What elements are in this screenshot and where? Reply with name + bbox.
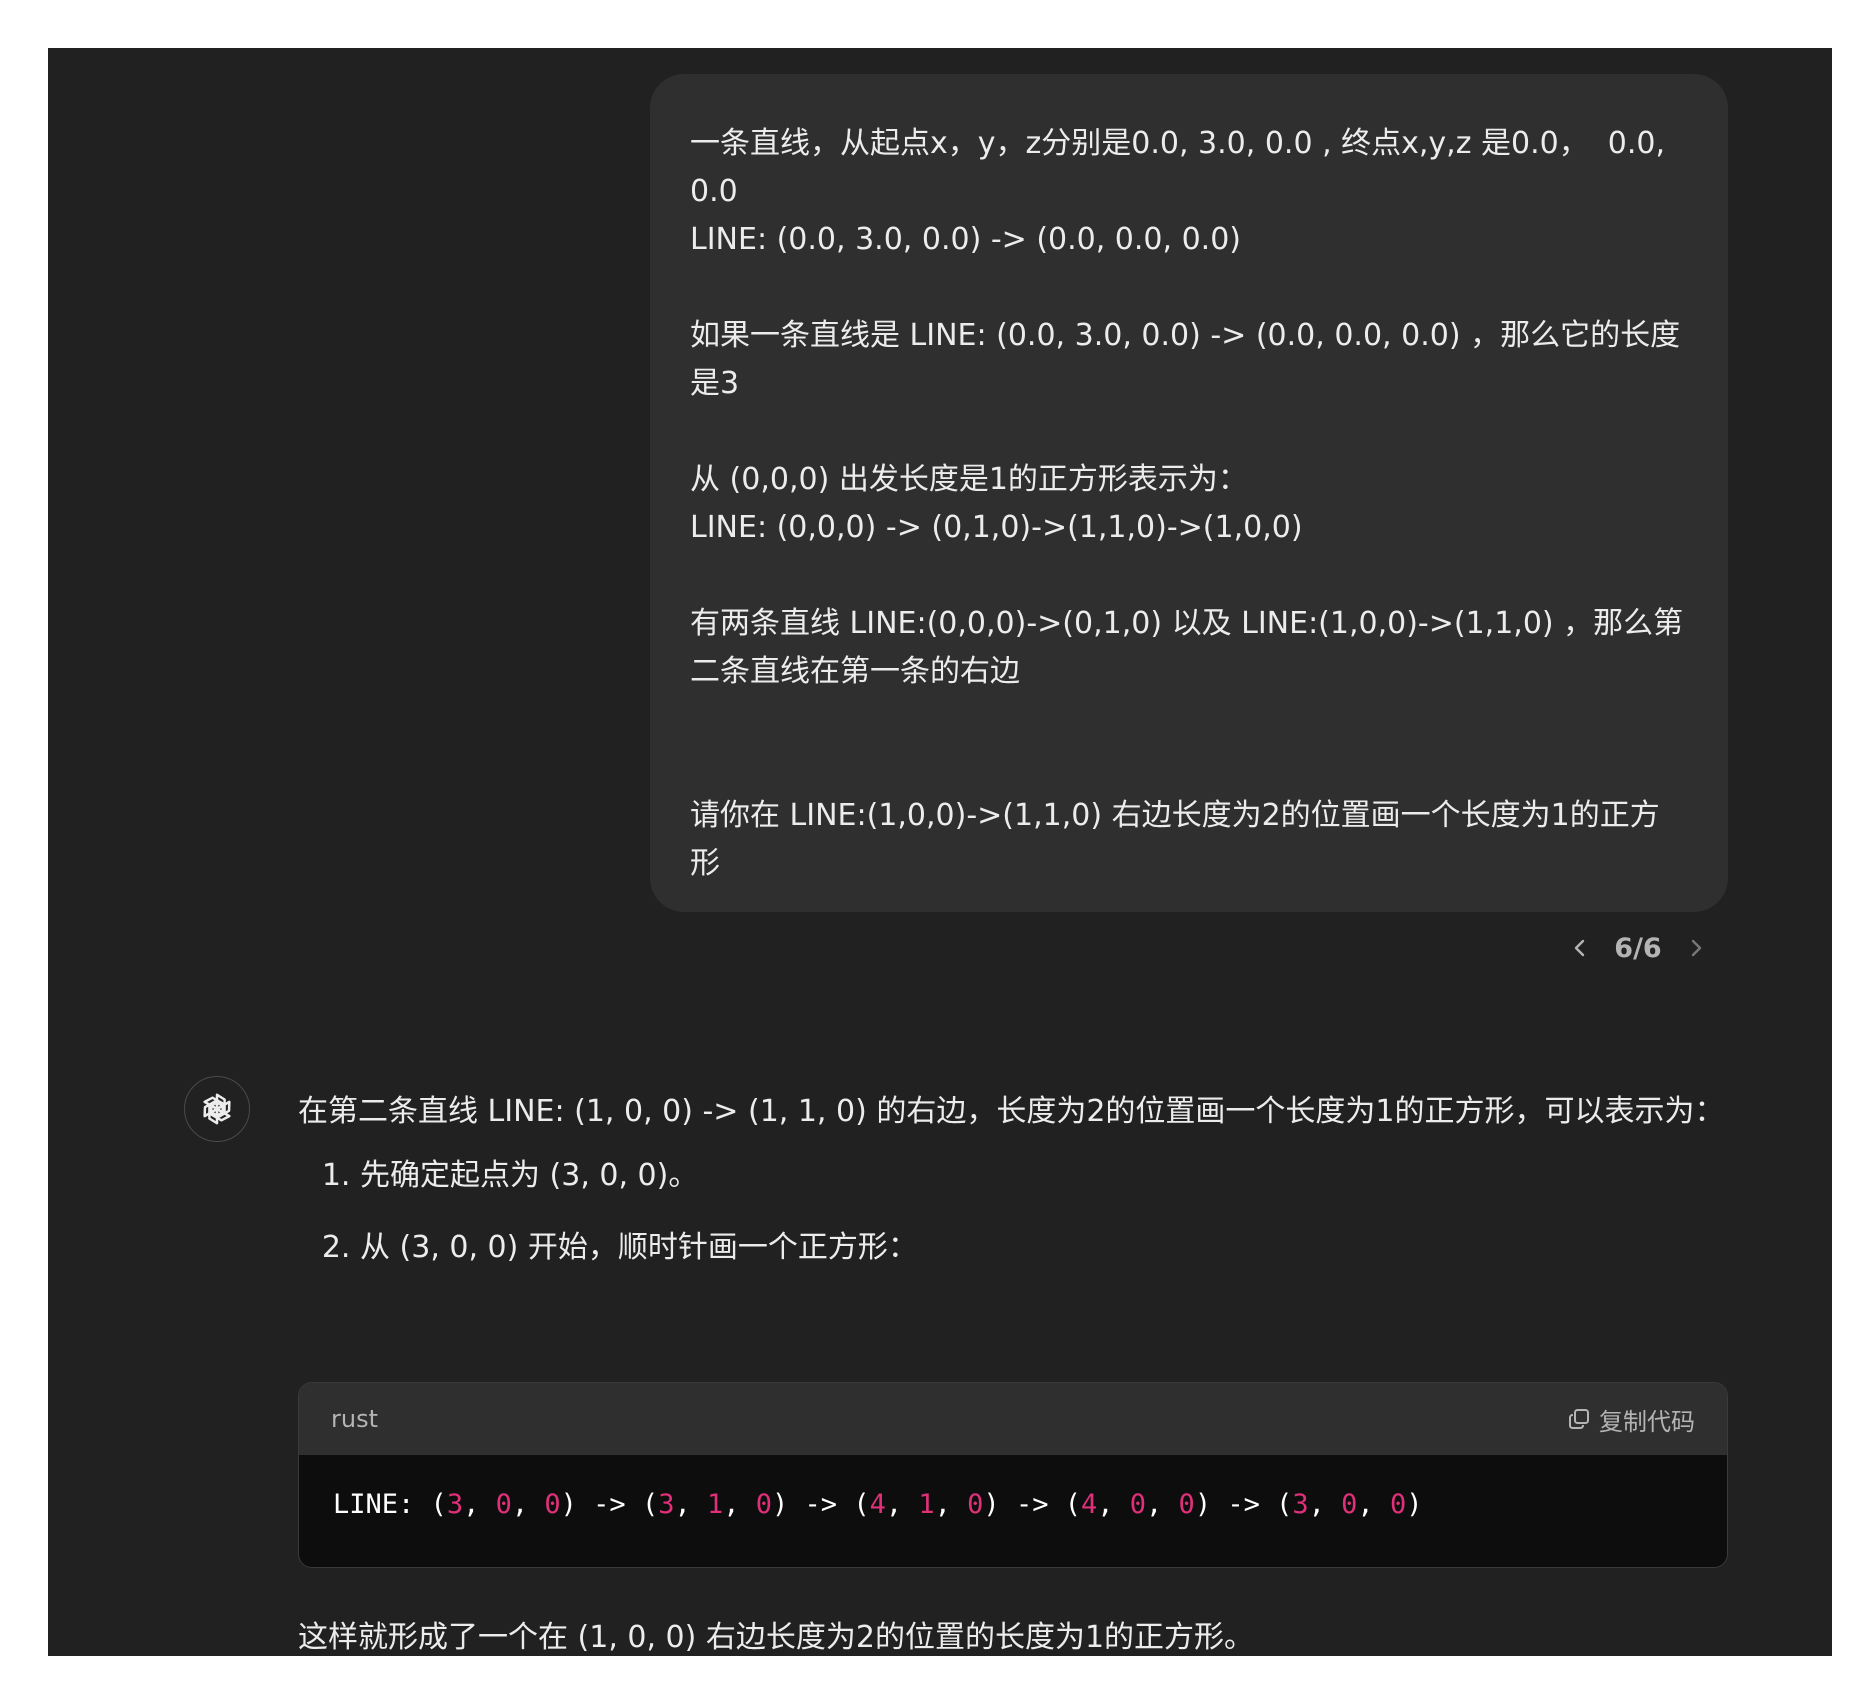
- user-message-paragraph: 有两条直线 LINE:(0,0,0)->(0,1,0) 以及 LINE:(1,0…: [690, 606, 1684, 689]
- list-item: 先确定起点为 (3, 0, 0)。: [360, 1152, 1728, 1200]
- code-number: 3: [658, 1489, 675, 1520]
- user-message-bubble: 一条直线，从起点x，y，z分别是0.0, 3.0, 0.0 , 终点x,y,z …: [650, 74, 1728, 912]
- code-number: 1: [706, 1489, 724, 1520]
- code-number: 0: [1129, 1489, 1147, 1520]
- message-version-nav: 6/6: [1548, 928, 1728, 968]
- assistant-intro: 在第二条直线 LINE: (1, 0, 0) -> (1, 1, 0) 的右边，…: [298, 1094, 1725, 1129]
- copy-code-label: 复制代码: [1599, 1407, 1695, 1436]
- code-number: 0: [755, 1489, 773, 1520]
- copy-icon: [1569, 1409, 1589, 1429]
- steps-list: 先确定起点为 (3, 0, 0)。 从 (3, 0, 0) 开始，顺时针画一个正…: [298, 1152, 1728, 1272]
- openai-logo-icon: [203, 1093, 231, 1125]
- chat-window: 一条直线，从起点x，y，z分别是0.0, 3.0, 0.0 , 终点x,y,z …: [48, 48, 1832, 1656]
- code-number: 0: [967, 1489, 984, 1520]
- assistant-conclusion: 这样就形成了一个在 (1, 0, 0) 右边长度为2的位置的长度为1的正方形。: [298, 1620, 1255, 1655]
- version-count: 6/6: [1614, 932, 1662, 964]
- code-content: LINE: (3, 0, 0) -> (3, 1, 0) -> (4, 1, 0…: [299, 1455, 1727, 1567]
- code-number: 0: [495, 1489, 512, 1520]
- code-number: 0: [1389, 1489, 1407, 1520]
- code-number: 4: [1080, 1489, 1098, 1520]
- chevron-left-icon[interactable]: [1560, 928, 1600, 968]
- user-message-paragraph: 从 (0,0,0) 出发长度是1的正方形表示为： LINE: (0,0,0) -…: [690, 462, 1303, 545]
- assistant-avatar: [184, 1076, 250, 1142]
- user-message-paragraph: 请你在 LINE:(1,0,0)->(1,1,0) 右边长度为2的位置画一个长度…: [690, 798, 1660, 881]
- code-number: 0: [1178, 1489, 1195, 1520]
- code-number: 1: [918, 1489, 935, 1520]
- user-message-paragraph: 如果一条直线是 LINE: (0.0, 3.0, 0.0) -> (0.0, 0…: [690, 318, 1681, 401]
- code-points: (3, 0, 0) -> (3, 1, 0) -> (4, 1, 0) -> (…: [430, 1489, 1423, 1520]
- code-language: rust: [331, 1405, 378, 1433]
- code-keyword: LINE:: [333, 1489, 415, 1520]
- code-number: 0: [1341, 1489, 1358, 1520]
- code-number: 3: [1292, 1489, 1309, 1520]
- chevron-right-icon[interactable]: [1676, 928, 1716, 968]
- copy-code-button[interactable]: 复制代码: [1567, 1402, 1695, 1437]
- code-block: rust 复制代码 LINE: (3, 0, 0) -> (3, 1, 0) -…: [298, 1382, 1728, 1568]
- assistant-message: 在第二条直线 LINE: (1, 0, 0) -> (1, 1, 0) 的右边，…: [298, 1084, 1728, 1296]
- code-header: rust 复制代码: [299, 1383, 1727, 1455]
- list-item: 从 (3, 0, 0) 开始，顺时针画一个正方形：: [360, 1224, 1728, 1272]
- code-number: 4: [869, 1489, 886, 1520]
- user-message-paragraph: 一条直线，从起点x，y，z分别是0.0, 3.0, 0.0 , 终点x,y,z …: [690, 126, 1666, 257]
- code-number: 0: [544, 1489, 561, 1520]
- code-number: 3: [446, 1489, 464, 1520]
